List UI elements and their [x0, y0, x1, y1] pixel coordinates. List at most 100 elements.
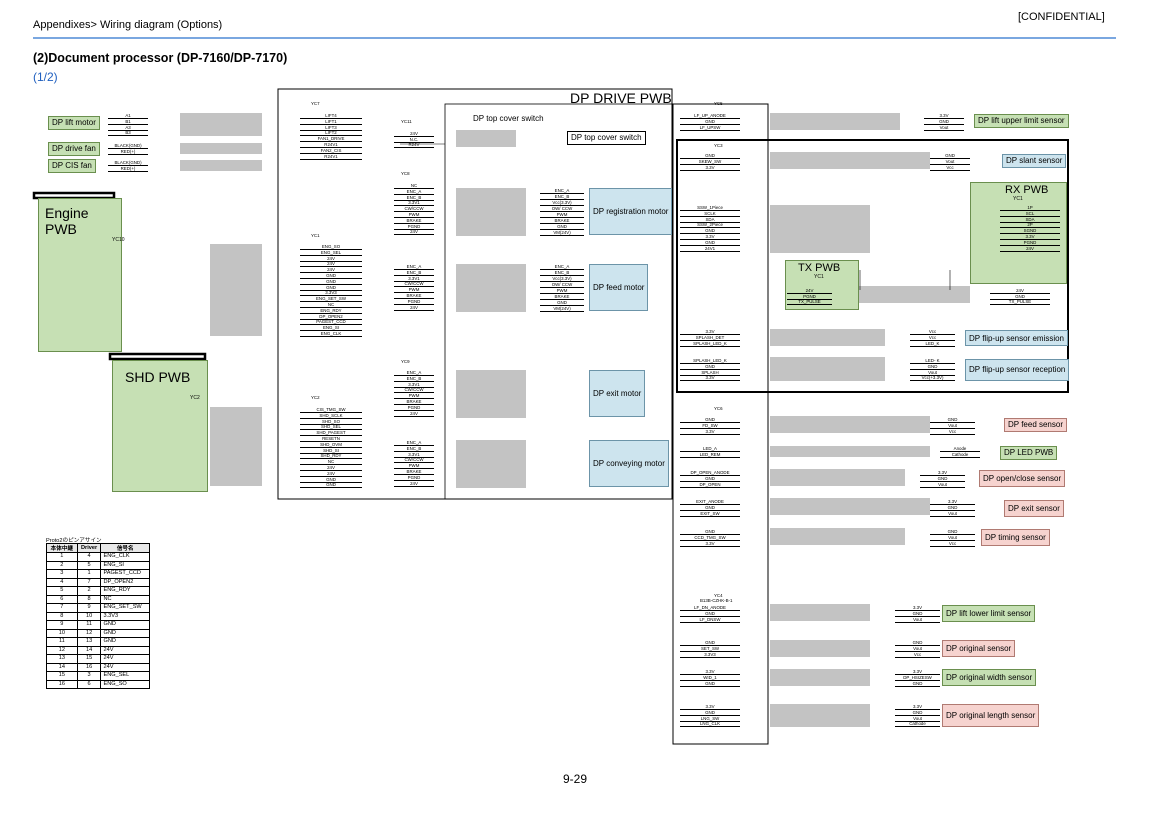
pin-table-cell: 11	[46, 637, 78, 647]
original-length-label: DP original length sensor	[942, 704, 1040, 727]
exit-motor-label: DP exit motor	[589, 370, 646, 417]
signal-label: Vcc	[930, 165, 970, 171]
pin-table-cell: GND	[100, 620, 150, 630]
flipup-reception-label: DP flip-up sensor reception	[965, 359, 1070, 381]
signal-label: TX_PULSE	[990, 299, 1050, 305]
engine-pwb-label: Engine PWB	[45, 205, 89, 237]
pin-table-row: 4 7 DP_OPEN2	[46, 577, 150, 587]
pin-table-col: 信号名	[100, 543, 150, 553]
pin-table-cell: 8	[76, 594, 102, 604]
signal-label: DP_OPEN	[680, 482, 740, 488]
pin-table-cell: ENG_RDY	[100, 586, 150, 596]
pin-table-cell: 9	[76, 603, 102, 613]
pin-table-cell: ENG_CLK	[100, 552, 150, 562]
yc2-label: YC2	[311, 395, 320, 400]
pin-table-cell: ENG_SET_SW	[100, 603, 150, 613]
pin-table-cell: GND	[100, 637, 150, 647]
signal-label: 24V1	[680, 246, 740, 252]
pin-table-cell: 24V	[100, 654, 150, 664]
original-width-label: DP original width sensor	[942, 669, 1037, 686]
pin-table-row: 1 4 ENG_CLK	[46, 552, 150, 562]
pin-table-cell: 5	[46, 586, 78, 596]
signal-label: TX_PULSE	[787, 299, 832, 305]
pin-table-cell: 3.3V3	[100, 611, 150, 621]
signal-label: LNG_CLK	[680, 721, 740, 728]
pin-table-cell: 2	[76, 586, 102, 596]
signal-label: VM(24V)	[540, 230, 584, 236]
pin-table-cell: 6	[46, 594, 78, 604]
yc9-label: YC9	[401, 359, 410, 364]
registration-motor-label: DP registration motor	[589, 188, 673, 235]
shd-pwb: SHD PWB	[112, 360, 208, 492]
yc4-part-label: B13B-CZHK-B-1	[700, 598, 733, 603]
feed-sensor-label: DP feed sensor	[1004, 418, 1067, 432]
pin-table-cell: GND	[100, 628, 150, 638]
signal-label: 3.3V	[680, 429, 740, 435]
signal-label: LED_REM	[680, 452, 740, 458]
signal-label: VM(24V)	[540, 306, 584, 312]
tx-pwb-label: TX PWB	[798, 262, 841, 274]
lift-motor-label: DP lift motor	[48, 116, 100, 130]
pin-table-row: 8 10 3.3V3	[46, 611, 150, 621]
pin-table-cell: 7	[76, 577, 102, 587]
signal-label: Vout	[924, 125, 964, 131]
yc10-label: YC10	[112, 237, 125, 243]
lift-upper-limit-label: DP lift upper limit sensor	[974, 114, 1069, 128]
pin-table-cell: 2	[46, 560, 78, 570]
pin-table-cell: 12	[46, 645, 78, 655]
yc5-label: YC5	[714, 101, 723, 106]
signal-label: Cathode	[895, 721, 940, 728]
pin-table-cell: DP_OPEN2	[100, 577, 150, 587]
pin-table-cell: 13	[76, 637, 102, 647]
shd-pwb-label: SHD PWB	[125, 369, 191, 385]
pin-table-cell: NC	[100, 594, 150, 604]
pin-table-cell: 14	[46, 662, 78, 672]
shd-yc2-label: YC2	[190, 395, 200, 401]
pin-table-cell: ENG_SI	[100, 560, 150, 570]
rx-yc1-label: YC1	[1013, 196, 1023, 202]
conveying-motor-label: DP conveying motor	[589, 440, 669, 487]
pin-table-cell: 15	[76, 654, 102, 664]
signal-label: RED(+)	[108, 166, 148, 172]
signal-label: 24V	[394, 305, 434, 311]
pin-table-cell: 10	[76, 611, 102, 621]
signal-label: Vcc	[930, 429, 975, 435]
flipup-emission-label: DP flip-up sensor emission	[965, 330, 1069, 346]
top-cover-switch-label: DP top cover switch	[567, 131, 646, 145]
dp-drive-pwb-label: DP DRIVE PWB	[570, 90, 672, 106]
signal-label: EXIT_SW	[680, 511, 740, 517]
pin-table-cell: 12	[76, 628, 102, 638]
signal-label: GND	[895, 681, 940, 687]
pin-table-row: 5 2 ENG_RDY	[46, 586, 150, 596]
exit-sensor-label: DP exit sensor	[1004, 500, 1064, 517]
pin-table-row: 13 15 24V	[46, 654, 150, 664]
pin-table-cell: 6	[76, 679, 102, 689]
signal-label: Vcc	[930, 541, 975, 547]
pin-table-row: 10 12 GND	[46, 628, 150, 638]
pin-table-row: 12 14 24V	[46, 645, 150, 655]
signal-label: 3.3V	[680, 375, 740, 382]
pin-table-row: 6 8 NC	[46, 594, 150, 604]
signal-label: 3.3V	[680, 165, 740, 171]
led-pwb-label: DP LED PWB	[1000, 446, 1058, 460]
pin-table-cell: 7	[46, 603, 78, 613]
pin-table-cell: 1	[76, 569, 102, 579]
pin-table-cell: 3	[76, 671, 102, 681]
pin-table-row: 3 1 PAGEST_CCD	[46, 569, 150, 579]
signal-label: 3.3V	[680, 541, 740, 547]
pin-table-row: 15 3 ENG_SEL	[46, 671, 150, 681]
yc3-label: YC3	[714, 143, 723, 148]
pin-table-col: 本体中継	[46, 543, 78, 553]
signal-label: 24V	[394, 229, 434, 236]
pin-table-cell: 13	[46, 654, 78, 664]
pin-table-cell: 24V	[100, 662, 150, 672]
pin-table-cell: 5	[76, 560, 102, 570]
yc11-label: YC11	[401, 119, 412, 124]
pin-table-cell: 16	[76, 662, 102, 672]
signal-label: 24V	[394, 481, 434, 487]
pin-table-col: Driver	[76, 543, 102, 553]
pin-table-cell: 14	[76, 645, 102, 655]
top-cover-switch-inner: DP top cover switch	[473, 114, 544, 123]
original-sensor-label: DP original sensor	[942, 640, 1016, 657]
drive-fan-label: DP drive fan	[48, 142, 100, 156]
